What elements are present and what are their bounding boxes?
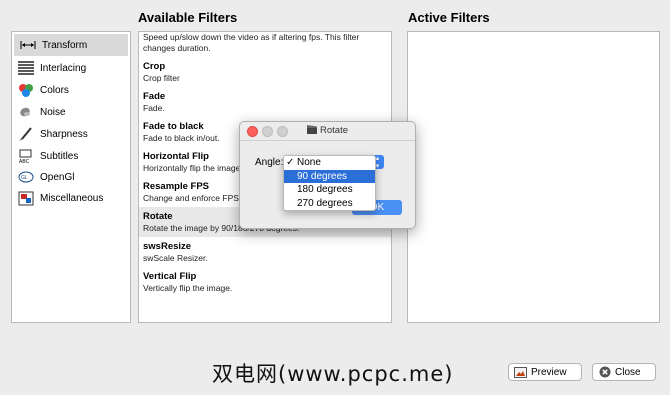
option-label: 270 degrees [297,197,353,209]
sharpness-icon [16,126,36,142]
category-label: Subtitles [40,150,79,162]
filter-item-swsresize[interactable]: swsResize swScale Resizer. [139,237,391,267]
angle-label: Angle: [255,157,284,168]
available-filters-heading: Available Filters [138,10,238,25]
close-label: Close [615,366,641,378]
category-label: Sharpness [40,128,88,140]
watermark-text: 双电网(www.pcpc.me) [212,362,454,386]
dropdown-option-90-degrees[interactable]: 90 degrees [284,169,375,183]
filter-description: Fade. [143,103,165,113]
preview-label: Preview [531,366,567,378]
dropdown-option-270-degrees[interactable]: 270 degrees [284,197,375,211]
close-button[interactable]: Close [592,363,656,381]
colors-icon [16,82,36,98]
preview-icon [514,366,527,379]
category-item-sharpness[interactable]: Sharpness [12,123,130,145]
option-label: 90 degrees [297,170,348,182]
filter-name: Fade [143,91,166,102]
noise-icon [16,104,36,120]
dropdown-option-180-degrees[interactable]: 180 degrees [284,183,375,197]
filter-name: Crop [143,61,166,72]
filter-description: Crop filter [143,73,180,83]
close-circle-icon [598,366,611,379]
dropdown-option-none[interactable]: ✓ None [284,156,375,170]
filter-item-vertical-flip[interactable]: Vertical Flip Vertically flip the image. [139,267,391,297]
filter-description: Speed up/slow down the video as if alter… [143,32,360,53]
dialog-title: Rotate [240,125,415,137]
dialog-titlebar: Rotate [240,122,415,141]
active-filters-heading: Active Filters [408,10,490,25]
category-item-colors[interactable]: Colors [12,79,130,101]
transform-icon [18,37,38,53]
category-item-opengl[interactable]: GL OpenGl [12,167,130,187]
checkmark-icon: ✓ [286,157,295,168]
category-label: OpenGl [40,171,75,183]
option-label: 180 degrees [297,184,353,195]
active-filters-list[interactable] [407,31,660,323]
category-label: Noise [40,106,66,118]
filter-name: Vertical Flip [143,271,197,282]
category-label: Miscellaneous [40,192,104,204]
filter-name: swsResize [143,241,192,252]
category-label: Interlacing [40,62,87,74]
category-item-noise[interactable]: Noise [12,101,130,123]
category-item-miscellaneous[interactable]: Miscellaneous [12,187,130,209]
angle-dropdown-menu: ✓ None 90 degrees 180 degrees 270 degree… [283,155,376,211]
filter-description: Vertically flip the image. [143,283,233,293]
dialog-title-text: Rotate [320,125,348,136]
category-label: Transform [42,39,88,51]
clapperboard-icon [307,125,317,137]
filter-item-fade[interactable]: Fade Fade. [139,87,391,117]
category-label: Colors [40,84,69,96]
filter-description: swScale Resizer. [143,253,208,263]
preview-button[interactable]: Preview [508,363,582,381]
category-item-interlacing[interactable]: Interlacing [12,57,130,79]
option-label: None [297,157,321,168]
category-item-subtitles[interactable]: ABC Subtitles [12,145,130,167]
subtitles-icon: ABC [16,148,36,164]
filter-item-crop[interactable]: Crop Crop filter [139,57,391,87]
category-item-transform[interactable]: Transform [14,34,128,56]
opengl-icon: GL [16,169,36,185]
interlacing-icon [16,60,36,76]
svg-text:ABC: ABC [19,159,30,164]
svg-text:GL: GL [21,175,28,181]
miscellaneous-icon [16,190,36,206]
category-list: Transform Interlacing Colors Noise Sharp… [11,31,131,323]
